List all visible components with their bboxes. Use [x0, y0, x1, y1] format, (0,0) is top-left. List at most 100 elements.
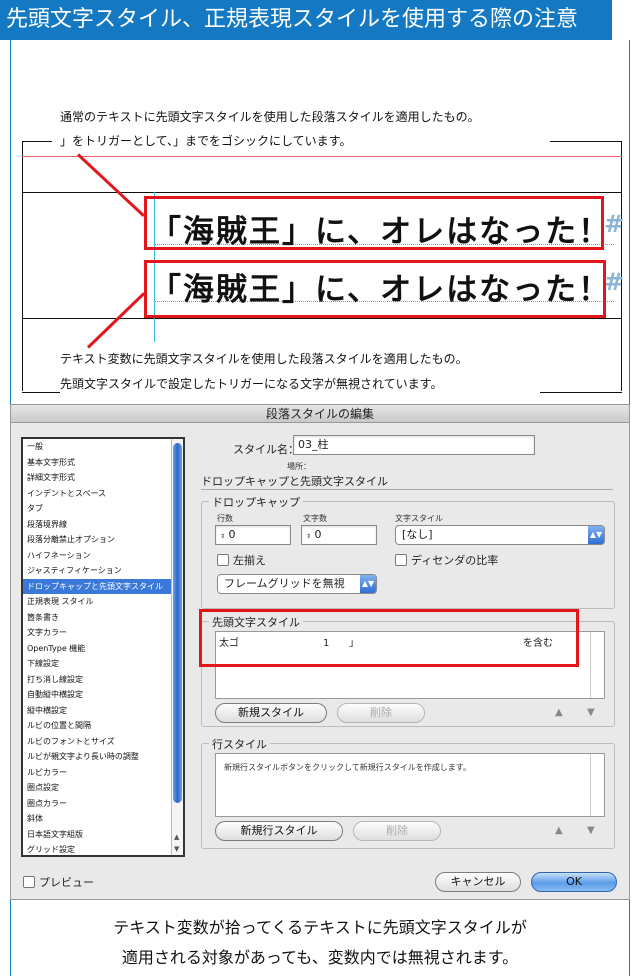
sidebar-item[interactable]: グリッド設定	[23, 842, 183, 855]
note-bottom-2: 先頭文字スタイルで設定したトリガーになる文字が無視されています。	[60, 377, 443, 391]
hash-mark: #	[604, 210, 625, 238]
preview-label: プレビュー	[39, 876, 94, 889]
page-title: 先頭文字スタイル、正規表現スタイルを使用する際の注意	[0, 0, 612, 40]
sidebar-item[interactable]: 斜体	[23, 811, 183, 827]
paragraph-style-dialog: 段落スタイルの編集 一般 基本文字形式 詳細文字形式 インデントとスペース タブ 段落境界…	[10, 404, 630, 900]
sidebar-item[interactable]: インデントとスペース	[23, 486, 183, 502]
scroll-thumb[interactable]	[173, 443, 182, 803]
header: 先頭文字スタイル、正規表現スタイルを使用する際の注意	[0, 0, 640, 40]
sidebar-item[interactable]: 自動縦中横設定	[23, 687, 183, 703]
lines-value: 0	[228, 528, 236, 541]
new-style-button[interactable]: 新規スタイル	[215, 703, 327, 723]
sidebar-item[interactable]: 詳細文字形式	[23, 470, 183, 486]
line-style-list[interactable]: 新規行スタイルボタンをクリックして新規行スタイルを作成します。	[215, 753, 605, 817]
frame-edge	[22, 318, 622, 319]
sidebar-item[interactable]: 圏点カラー	[23, 796, 183, 812]
divider	[550, 141, 622, 142]
divider	[22, 141, 23, 391]
sidebar-item[interactable]: ドロップキャップと先頭文字スタイル	[23, 578, 183, 594]
sidebar-item[interactable]: ルビカラー	[23, 765, 183, 781]
sidebar-item[interactable]: 日本語文字組版	[23, 827, 183, 843]
line-style-hint: 新規行スタイルボタンをクリックして新規行スタイルを作成します。	[224, 763, 471, 772]
sidebar-item[interactable]: 一般	[23, 439, 183, 455]
cancel-button[interactable]: キャンセル	[435, 872, 521, 892]
sidebar-item[interactable]: 縦中横設定	[23, 703, 183, 719]
pointer-line	[86, 292, 146, 349]
preview-checkbox[interactable]	[23, 876, 35, 888]
align-left-checkbox[interactable]	[217, 554, 229, 566]
ok-button[interactable]: OK	[531, 872, 617, 892]
sidebar-item[interactable]: 打ち消し線設定	[23, 672, 183, 688]
location-label: 場所：	[287, 462, 311, 471]
chars-input[interactable]: ⇕ 0	[301, 525, 377, 545]
sidebar-item[interactable]: 段落境界線	[23, 517, 183, 533]
note-top-2: 」をトリガーとして、」までをゴシックにしています。	[60, 134, 352, 148]
sidebar-item[interactable]: 圏点設定	[23, 780, 183, 796]
scroll-down-icon[interactable]: ▼	[174, 845, 179, 853]
list-scrollbar[interactable]	[590, 632, 604, 698]
sidebar-item[interactable]: ルビが親文字より長い時の調整	[23, 749, 183, 765]
highlight-box	[144, 260, 606, 318]
illustration: 通常のテキストに先頭文字スタイルを使用した段落スタイルを適用したもの。 」をトリ…	[18, 96, 624, 396]
move-down-icon[interactable]: ▼	[587, 825, 595, 836]
new-line-style-button[interactable]: 新規行スタイル	[215, 821, 343, 841]
note-top-1: 通常のテキストに先頭文字スタイルを使用した段落スタイルを適用したもの。	[60, 110, 480, 124]
charstyle-label: 文字スタイル	[395, 514, 443, 523]
divider	[621, 141, 622, 391]
align-left-label: 左揃え	[233, 554, 266, 567]
move-up-icon[interactable]: ▲	[555, 825, 563, 836]
caption-line-1: テキスト変数が拾ってくるテキストに先頭文字スタイルが	[113, 918, 527, 937]
descender-label: ディセンダの比率	[411, 554, 499, 567]
divider	[201, 489, 613, 490]
stepper-icon[interactable]: ⇕	[306, 533, 311, 540]
chevron-updown-icon: ▲▼	[360, 575, 376, 593]
dialog-title: 段落スタイルの編集	[11, 405, 629, 423]
pointer-line	[76, 153, 145, 217]
section-heading: ドロップキャップと先頭文字スタイル	[201, 475, 388, 488]
list-scrollbar[interactable]	[590, 754, 604, 816]
frame-grid-select[interactable]: フレームグリッドを無視 ▲▼	[217, 574, 377, 594]
category-scrollbar[interactable]: ▲ ▼	[171, 439, 183, 855]
stepper-icon[interactable]: ⇕	[220, 533, 225, 540]
note-bottom-1: テキスト変数に先頭文字スタイルを使用した段落スタイルを適用したもの。	[60, 352, 468, 366]
style-name-label: スタイル名：	[233, 443, 299, 456]
sidebar-item[interactable]: 文字カラー	[23, 625, 183, 641]
category-list[interactable]: 一般 基本文字形式 詳細文字形式 インデントとスペース タブ 段落境界線 段落分離禁止オプシ…	[21, 437, 185, 857]
sidebar-item[interactable]: 下線設定	[23, 656, 183, 672]
frame-grid-value: フレームグリッドを無視	[224, 577, 345, 590]
delete-line-style-button[interactable]: 削除	[353, 821, 441, 841]
caption-line-2: 適用される対象があっても、変数内では無視されます。	[121, 948, 519, 967]
charstyle-value: [なし]	[402, 528, 433, 541]
delete-style-button[interactable]: 削除	[337, 703, 425, 723]
descender-checkbox[interactable]	[395, 554, 407, 566]
sidebar-item[interactable]: ルビの位置と間隔	[23, 718, 183, 734]
hash-mark: #	[604, 268, 625, 296]
sidebar-item[interactable]: 正規表現 スタイル	[23, 594, 183, 610]
lines-label: 行数	[217, 514, 233, 523]
chars-label: 文字数	[303, 514, 327, 523]
charstyle-select[interactable]: [なし] ▲▼	[395, 525, 605, 545]
sidebar-item[interactable]: ルビのフォントとサイズ	[23, 734, 183, 750]
style-name-input[interactable]: 03_柱	[293, 435, 535, 455]
divider	[22, 141, 52, 142]
divider	[22, 392, 60, 393]
sidebar-item[interactable]: 基本文字形式	[23, 455, 183, 471]
line-style-group-title: 行スタイル	[209, 736, 270, 752]
highlight-box	[199, 609, 579, 667]
divider	[540, 392, 622, 393]
sidebar-item[interactable]: ハイフネーション	[23, 548, 183, 564]
sidebar-item[interactable]: OpenType 機能	[23, 641, 183, 657]
move-down-icon[interactable]: ▼	[587, 707, 595, 718]
chars-value: 0	[314, 528, 322, 541]
scroll-up-icon[interactable]: ▲	[174, 833, 179, 841]
lines-input[interactable]: ⇕ 0	[215, 525, 291, 545]
highlight-box	[144, 196, 604, 250]
frame-edge	[22, 192, 622, 193]
sidebar-item[interactable]: 箇条書き	[23, 610, 183, 626]
sidebar-item[interactable]: タブ	[23, 501, 183, 517]
sidebar-item[interactable]: ジャスティフィケーション	[23, 563, 183, 579]
chevron-updown-icon: ▲▼	[588, 526, 604, 544]
move-up-icon[interactable]: ▲	[555, 707, 563, 718]
dropcap-group-title: ドロップキャップ	[209, 494, 303, 510]
sidebar-item[interactable]: 段落分離禁止オプション	[23, 532, 183, 548]
